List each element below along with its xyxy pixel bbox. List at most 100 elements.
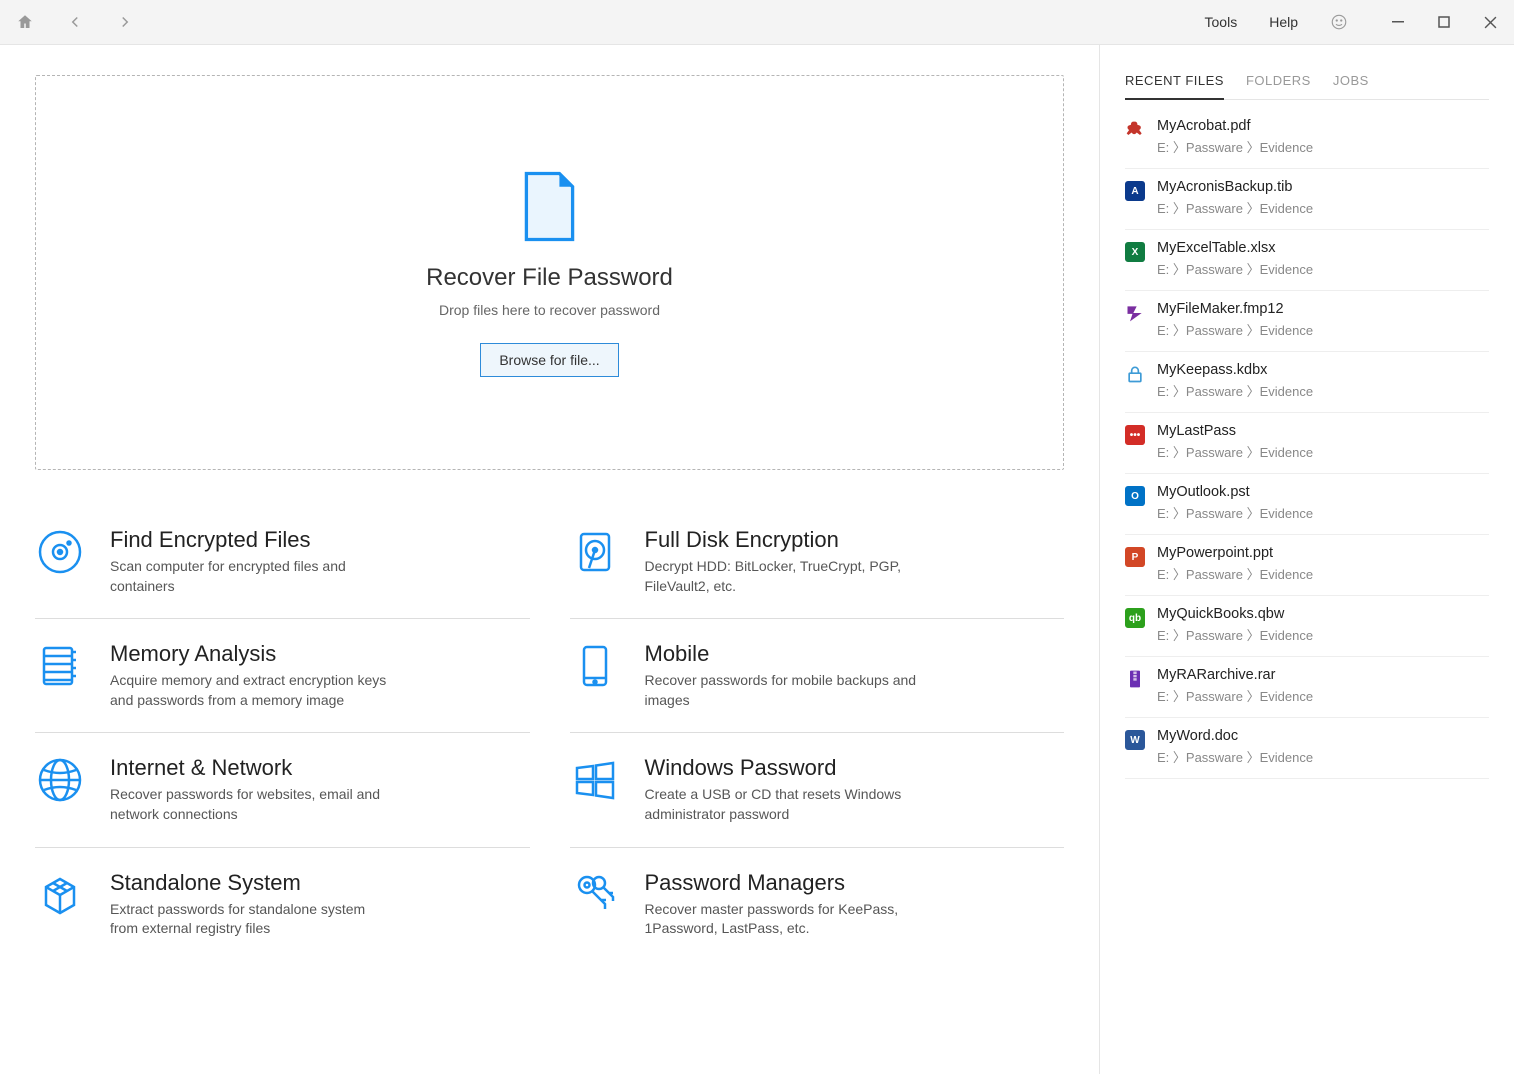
smiley-icon[interactable] — [1324, 7, 1354, 37]
recent-file-path: E: 〉Passware 〉Evidence — [1157, 686, 1313, 705]
sidebar-tabs: RECENT FILES FOLDERS JOBS — [1125, 65, 1489, 100]
file-icon — [522, 169, 577, 244]
recent-file-path: E: 〉Passware 〉Evidence — [1157, 564, 1313, 583]
recent-file-path: E: 〉Passware 〉Evidence — [1157, 442, 1313, 461]
feature-mobile[interactable]: Mobile Recover passwords for mobile backu… — [570, 619, 1065, 733]
recent-item[interactable]: X MyExcelTable.xlsx E: 〉Passware 〉Evidence — [1125, 230, 1489, 291]
recent-item[interactable]: MyFileMaker.fmp12 E: 〉Passware 〉Evidence — [1125, 291, 1489, 352]
recent-item[interactable]: O MyOutlook.pst E: 〉Passware 〉Evidence — [1125, 474, 1489, 535]
maximize-button[interactable] — [1430, 8, 1458, 36]
file-type-icon: O — [1125, 486, 1145, 506]
recent-file-name: MyQuickBooks.qbw — [1157, 606, 1313, 622]
feature-disc[interactable]: Find Encrypted Files Scan computer for en… — [35, 505, 530, 619]
file-type-icon: A — [1125, 181, 1145, 201]
file-type-icon: ••• — [1125, 425, 1145, 445]
menu-help[interactable]: Help — [1263, 10, 1304, 34]
recent-item[interactable]: W MyWord.doc E: 〉Passware 〉Evidence — [1125, 718, 1489, 779]
recent-files-list: MyAcrobat.pdf E: 〉Passware 〉Evidence A MyAc… — [1125, 108, 1489, 779]
main: Recover File Password Drop files here to… — [0, 45, 1514, 1074]
recent-file-name: MyKeepass.kdbx — [1157, 362, 1313, 378]
main-content: Recover File Password Drop files here to… — [0, 45, 1099, 1074]
file-type-icon: W — [1125, 730, 1145, 750]
feature-cube[interactable]: Standalone System Extract passwords for s… — [35, 848, 530, 961]
feature-title: Windows Password — [645, 755, 925, 781]
close-button[interactable] — [1476, 8, 1504, 36]
recent-item[interactable]: A MyAcronisBackup.tib E: 〉Passware 〉Eviden… — [1125, 169, 1489, 230]
file-type-icon — [1125, 120, 1145, 140]
recent-item[interactable]: MyKeepass.kdbx E: 〉Passware 〉Evidence — [1125, 352, 1489, 413]
tab-jobs[interactable]: JOBS — [1333, 65, 1369, 99]
dropzone-title: Recover File Password — [426, 264, 673, 292]
file-type-icon — [1125, 364, 1145, 384]
windows-icon — [570, 755, 620, 805]
recent-file-name: MyWord.doc — [1157, 728, 1313, 744]
toolbar: Tools Help — [0, 0, 1514, 45]
file-type-icon — [1125, 303, 1145, 323]
feature-desc: Create a USB or CD that resets Windows a… — [645, 785, 925, 824]
feature-title: Find Encrypted Files — [110, 527, 390, 553]
feature-hdd[interactable]: Full Disk Encryption Decrypt HDD: BitLock… — [570, 505, 1065, 619]
tab-recent-files[interactable]: RECENT FILES — [1125, 65, 1224, 100]
globe-icon — [35, 755, 85, 805]
back-button[interactable] — [60, 7, 90, 37]
file-type-icon: qb — [1125, 608, 1145, 628]
file-type-icon: X — [1125, 242, 1145, 262]
cube-icon — [35, 870, 85, 920]
feature-title: Mobile — [645, 641, 925, 667]
dropzone[interactable]: Recover File Password Drop files here to… — [35, 75, 1064, 470]
feature-desc: Acquire memory and extract encryption ke… — [110, 671, 390, 710]
recent-file-path: E: 〉Passware 〉Evidence — [1157, 198, 1313, 217]
feature-title: Internet & Network — [110, 755, 390, 781]
recent-item[interactable]: P MyPowerpoint.ppt E: 〉Passware 〉Evidence — [1125, 535, 1489, 596]
feature-desc: Decrypt HDD: BitLocker, TrueCrypt, PGP, … — [645, 557, 925, 596]
recent-item[interactable]: qb MyQuickBooks.qbw E: 〉Passware 〉Evidence — [1125, 596, 1489, 657]
file-type-icon — [1125, 669, 1145, 689]
recent-file-name: MyAcronisBackup.tib — [1157, 179, 1313, 195]
dropzone-subtitle: Drop files here to recover password — [439, 302, 660, 318]
key-icon — [570, 870, 620, 920]
file-type-icon: P — [1125, 547, 1145, 567]
recent-file-name: MyAcrobat.pdf — [1157, 118, 1313, 134]
recent-file-path: E: 〉Passware 〉Evidence — [1157, 503, 1313, 522]
tab-folders[interactable]: FOLDERS — [1246, 65, 1311, 99]
feature-key[interactable]: Password Managers Recover master password… — [570, 848, 1065, 961]
recent-file-path: E: 〉Passware 〉Evidence — [1157, 259, 1313, 278]
features-grid: Find Encrypted Files Scan computer for en… — [35, 505, 1064, 961]
forward-button[interactable] — [110, 7, 140, 37]
menu-tools[interactable]: Tools — [1199, 10, 1244, 34]
feature-desc: Recover passwords for websites, email an… — [110, 785, 390, 824]
home-button[interactable] — [10, 7, 40, 37]
sidebar: RECENT FILES FOLDERS JOBS MyAcrobat.pdf E: … — [1099, 45, 1514, 1074]
memory-icon — [35, 641, 85, 691]
recent-file-name: MyLastPass — [1157, 423, 1313, 439]
recent-file-path: E: 〉Passware 〉Evidence — [1157, 381, 1313, 400]
recent-file-path: E: 〉Passware 〉Evidence — [1157, 320, 1313, 339]
disc-icon — [35, 527, 85, 577]
recent-item[interactable]: MyAcrobat.pdf E: 〉Passware 〉Evidence — [1125, 108, 1489, 169]
feature-memory[interactable]: Memory Analysis Acquire memory and extrac… — [35, 619, 530, 733]
feature-title: Password Managers — [645, 870, 925, 896]
recent-file-name: MyPowerpoint.ppt — [1157, 545, 1313, 561]
recent-file-path: E: 〉Passware 〉Evidence — [1157, 625, 1313, 644]
feature-title: Standalone System — [110, 870, 390, 896]
feature-desc: Scan computer for encrypted files and co… — [110, 557, 390, 596]
hdd-icon — [570, 527, 620, 577]
recent-file-name: MyOutlook.pst — [1157, 484, 1313, 500]
feature-desc: Recover master passwords for KeePass, 1P… — [645, 900, 925, 939]
feature-title: Memory Analysis — [110, 641, 390, 667]
minimize-button[interactable] — [1384, 8, 1412, 36]
feature-desc: Extract passwords for standalone system … — [110, 900, 390, 939]
recent-file-name: MyRARarchive.rar — [1157, 667, 1313, 683]
feature-desc: Recover passwords for mobile backups and… — [645, 671, 925, 710]
feature-title: Full Disk Encryption — [645, 527, 925, 553]
feature-windows[interactable]: Windows Password Create a USB or CD that … — [570, 733, 1065, 847]
recent-item[interactable]: ••• MyLastPass E: 〉Passware 〉Evidence — [1125, 413, 1489, 474]
recent-file-name: MyFileMaker.fmp12 — [1157, 301, 1313, 317]
feature-globe[interactable]: Internet & Network Recover passwords for … — [35, 733, 530, 847]
recent-file-path: E: 〉Passware 〉Evidence — [1157, 747, 1313, 766]
browse-button[interactable]: Browse for file... — [480, 343, 618, 377]
recent-file-path: E: 〉Passware 〉Evidence — [1157, 137, 1313, 156]
recent-file-name: MyExcelTable.xlsx — [1157, 240, 1313, 256]
mobile-icon — [570, 641, 620, 691]
recent-item[interactable]: MyRARarchive.rar E: 〉Passware 〉Evidence — [1125, 657, 1489, 718]
